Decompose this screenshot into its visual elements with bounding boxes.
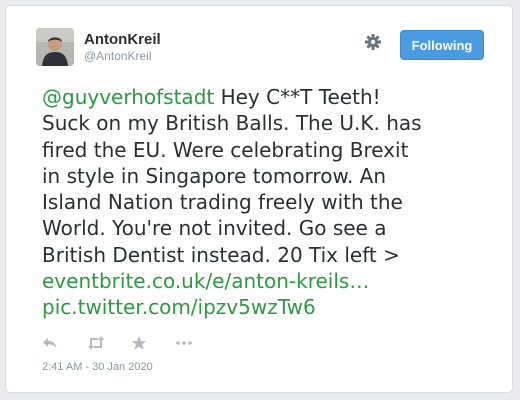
tweet-line-4: in style in Singapore tomorrow. An [42,163,387,188]
tweet-line-5: Island Nation trading freely with the [42,190,403,215]
tweet-header: AntonKreil @AntonKreil Following [36,28,484,68]
tweet-line-6: World. You're not invited. Go see a [42,216,387,241]
user-names: AntonKreil @AntonKreil [84,31,161,64]
display-name[interactable]: AntonKreil [84,31,161,48]
tweet-line-3: fired the EU. Were celebrating Brexit [42,137,409,162]
tweet-card: AntonKreil @AntonKreil Following @guyver… [5,5,513,393]
tweet-line-1: @guyverhofstadt Hey C**T Teeth! [42,84,492,110]
tweet-line-7: British Dentist instead. 20 Tix left > [42,242,400,267]
retweet-icon[interactable] [87,335,105,351]
tweet-text: @guyverhofstadt Hey C**T Teeth! Suck on … [42,84,492,321]
gear-icon[interactable] [364,33,382,51]
tweet-timestamp[interactable]: 2:41 AM - 30 Jan 2020 [42,361,153,373]
avatar-image [36,28,74,66]
following-button[interactable]: Following [400,30,484,60]
tweet-line-1-text: Hey C**T Teeth! [214,85,381,109]
eventbrite-link[interactable]: eventbrite.co.uk/e/anton-kreils… [42,268,492,294]
mention-link[interactable]: @guyverhofstadt [42,85,214,109]
user-handle[interactable]: @AntonKreil [84,48,161,64]
pic-link[interactable]: pic.twitter.com/ipzv5wzTw6 [42,294,492,320]
reply-icon[interactable] [42,335,60,351]
more-icon[interactable] [175,335,193,351]
favorite-icon[interactable] [131,335,149,351]
tweet-line-2: Suck on my British Balls. The U.K. has [42,111,422,136]
avatar[interactable] [36,28,74,66]
